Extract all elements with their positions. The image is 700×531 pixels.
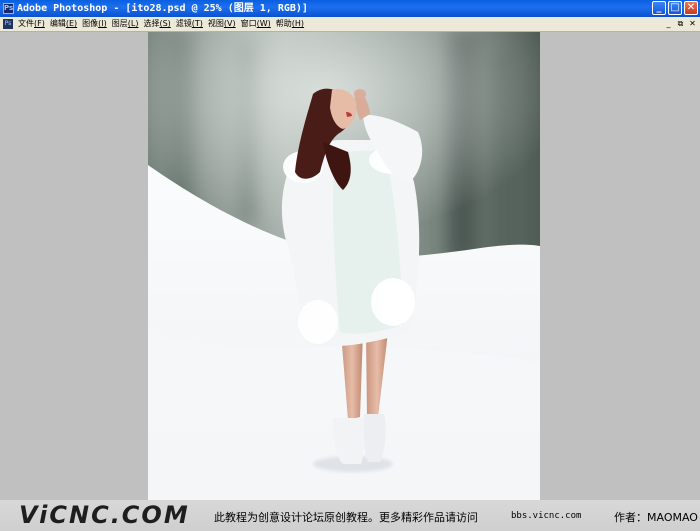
menu-help[interactable]: 帮助(H) bbox=[274, 17, 307, 31]
footer-banner: ViCNC.COM 此教程为创意设计论坛原创教程。更多精彩作品请访问 bbs.v… bbox=[0, 500, 700, 531]
menu-select[interactable]: 选择(S) bbox=[141, 17, 173, 31]
footer-author: 作者：MAOMAO bbox=[614, 511, 698, 524]
vicnc-logo[interactable]: ViCNC.COM bbox=[19, 501, 190, 529]
menu-file[interactable]: 文件(F) bbox=[16, 17, 48, 31]
menu-view[interactable]: 视图(V) bbox=[206, 17, 239, 31]
footer-url[interactable]: bbs.vicnc.com bbox=[511, 511, 581, 521]
doc-minimize-button[interactable]: _ bbox=[664, 19, 673, 28]
menu-filter[interactable]: 滤镜(T) bbox=[174, 17, 206, 31]
canvas-image bbox=[148, 32, 540, 500]
menu-edit[interactable]: 编辑(E) bbox=[48, 17, 80, 31]
photoshop-icon: Ps bbox=[3, 3, 14, 14]
doc-restore-button[interactable]: ⧉ bbox=[676, 19, 685, 28]
workspace[interactable] bbox=[0, 32, 700, 500]
close-button[interactable]: ✕ bbox=[684, 1, 698, 15]
doc-close-button[interactable]: ✕ bbox=[688, 19, 697, 28]
document-icon[interactable]: Ps bbox=[3, 19, 13, 29]
maximize-button[interactable]: □ bbox=[668, 1, 682, 15]
window-title: Adobe Photoshop - [ito28.psd @ 25% (图层 1… bbox=[17, 3, 308, 14]
menu-layer[interactable]: 图层(L) bbox=[110, 17, 142, 31]
title-bar[interactable]: Ps Adobe Photoshop - [ito28.psd @ 25% (图… bbox=[0, 0, 700, 17]
document-canvas[interactable] bbox=[148, 32, 540, 500]
footer-notice: 此教程为创意设计论坛原创教程。更多精彩作品请访问 bbox=[214, 511, 478, 524]
menu-image[interactable]: 图像(I) bbox=[80, 17, 110, 31]
menu-window[interactable]: 窗口(W) bbox=[239, 17, 274, 31]
menu-bar: Ps 文件(F) 编辑(E) 图像(I) 图层(L) 选择(S) 滤镜(T) 视… bbox=[0, 17, 700, 32]
minimize-button[interactable]: _ bbox=[652, 1, 666, 15]
